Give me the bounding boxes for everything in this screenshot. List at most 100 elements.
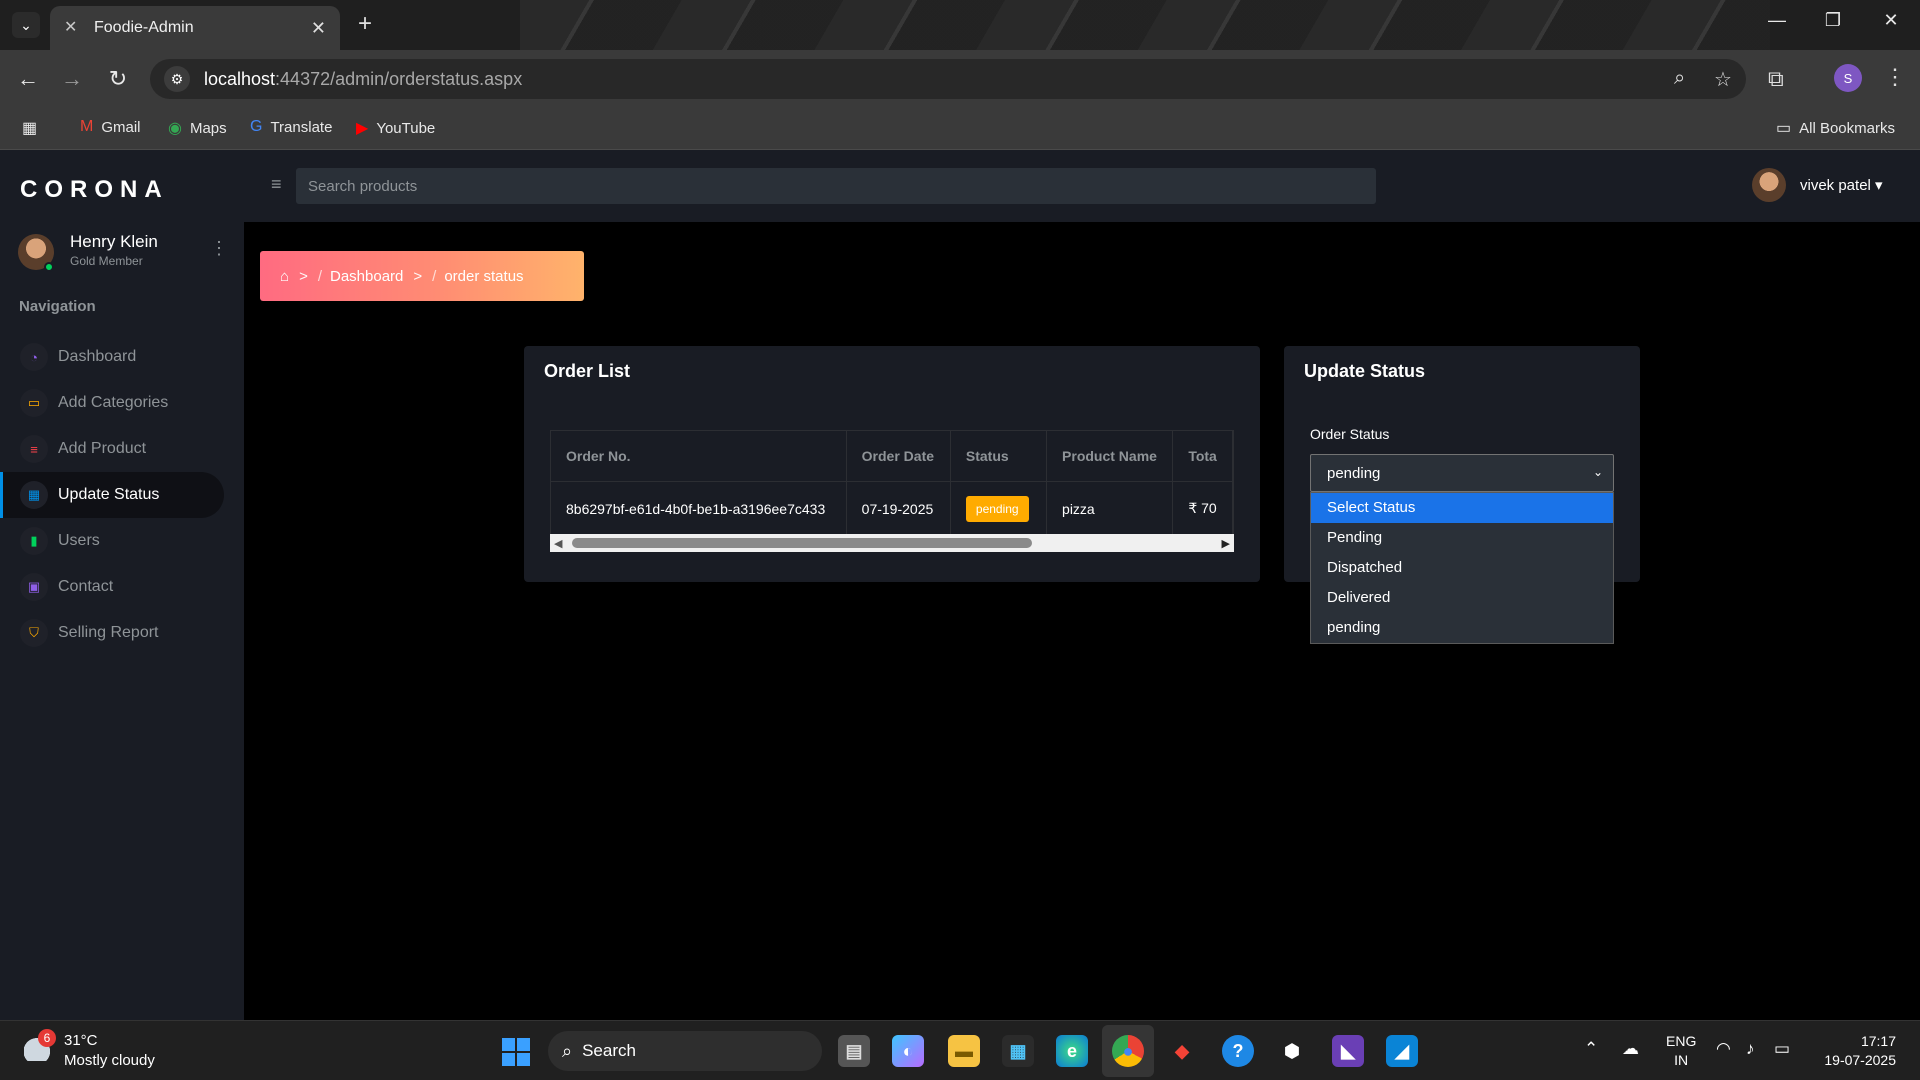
brand-logo[interactable]: CORONA — [20, 176, 169, 204]
url-text[interactable]: localhost:44372/admin/orderstatus.aspx — [204, 69, 522, 90]
sidebar-item-selling-report[interactable]: ⛉ Selling Report — [0, 610, 224, 656]
maps-pin-icon: ◉ — [168, 120, 182, 137]
bookmark-youtube[interactable]: ▶ YouTube — [356, 118, 435, 138]
task-view-icon[interactable]: ▤ — [838, 1035, 870, 1067]
profile-avatar[interactable]: S — [1834, 64, 1862, 92]
chevron-right-icon: > — [413, 267, 423, 285]
forward-arrow-icon[interactable]: → — [58, 66, 86, 92]
bookmark-star-icon[interactable]: ☆ — [1714, 67, 1732, 92]
browser-tab[interactable]: ✕ Foodie-Admin ✕ — [50, 6, 340, 50]
order-table: Order No. Order Date Status Product Name… — [551, 431, 1233, 536]
order-table-container: Order No. Order Date Status Product Name… — [550, 430, 1234, 542]
column-header: Order Date — [846, 431, 951, 482]
chevron-down-icon: ⌄ — [1592, 465, 1603, 479]
column-header: Tota — [1172, 431, 1233, 482]
option-delivered[interactable]: Delivered — [1311, 583, 1613, 613]
table-horizontal-scrollbar[interactable]: ◀ ▶ — [550, 534, 1234, 552]
system-clock[interactable]: 17:17 19-07-2025 — [1818, 1032, 1896, 1070]
chrome-icon[interactable]: ● — [1112, 1035, 1144, 1067]
bookmark-translate[interactable]: G Translate — [250, 118, 332, 136]
anydesk-icon[interactable]: ◆ — [1166, 1035, 1198, 1067]
option-pending[interactable]: Pending — [1311, 523, 1613, 553]
wifi-icon[interactable]: ◠ — [1716, 1039, 1731, 1059]
sidebar-item-label: Contact — [58, 578, 114, 595]
file-explorer-icon[interactable]: ▬ — [948, 1035, 980, 1067]
volume-icon[interactable]: ♪ — [1746, 1039, 1755, 1059]
menu-toggle-icon[interactable]: ≡ — [271, 174, 282, 195]
taskbar-search[interactable]: ⌕ Search — [548, 1031, 822, 1071]
nav-section-title: Navigation — [19, 298, 96, 315]
gmail-icon: M — [80, 118, 94, 135]
cube-app-icon[interactable]: ⬢ — [1276, 1035, 1308, 1067]
onedrive-icon[interactable]: ☁ — [1622, 1039, 1639, 1059]
tab-favicon-icon: ✕ — [64, 19, 78, 36]
windows-start-icon[interactable] — [502, 1038, 530, 1066]
bookmark-maps[interactable]: ◉ Maps — [168, 118, 227, 138]
search-field — [296, 168, 1376, 204]
user-name: Henry Klein — [70, 232, 158, 251]
home-icon[interactable]: ⌂ — [280, 268, 289, 285]
battery-icon[interactable]: ▭ — [1774, 1039, 1790, 1059]
address-bar[interactable]: ⚙ localhost:44372/admin/orderstatus.aspx… — [150, 59, 1746, 99]
scroll-right-icon[interactable]: ▶ — [1222, 537, 1230, 550]
sidebar-item-update-status[interactable]: ▦ Update Status — [0, 472, 224, 518]
order-no-cell: 8b6297bf-e61d-4b0f-be1b-a3196ee7c433 — [551, 481, 847, 536]
tab-title: Foodie-Admin — [94, 19, 194, 36]
youtube-icon: ▶ — [356, 120, 369, 137]
option-select-status[interactable]: Select Status — [1311, 493, 1613, 523]
sidebar-item-users[interactable]: ▮ Users — [0, 518, 224, 564]
microsoft-store-icon[interactable]: ▦ — [1002, 1035, 1034, 1067]
scrollbar-thumb[interactable] — [572, 538, 1032, 548]
card-title: Update Status — [1304, 361, 1426, 381]
order-date-cell: 07-19-2025 — [846, 481, 951, 536]
window-close-icon[interactable]: ✕ — [1876, 10, 1906, 31]
order-status-select[interactable]: pending ⌄ — [1310, 454, 1614, 492]
search-input[interactable] — [296, 168, 1376, 204]
chevron-right-icon: > — [299, 267, 308, 285]
order-status-label: Order Status — [1310, 426, 1390, 442]
sidebar-item-dashboard[interactable]: ◔ Dashboard — [0, 334, 224, 380]
visual-studio-icon[interactable]: ◣ — [1332, 1035, 1364, 1067]
back-arrow-icon[interactable]: ← — [14, 66, 42, 92]
vscode-icon[interactable]: ◢ — [1386, 1035, 1418, 1067]
zoom-icon[interactable]: ⌕ — [1674, 67, 1685, 90]
bookmark-gmail[interactable]: M Gmail — [80, 118, 141, 136]
sidebar-item-contact[interactable]: ▣ Contact — [0, 564, 224, 610]
user-options-icon[interactable]: ⋮ — [210, 238, 228, 259]
profile-dropdown[interactable]: vivek patel ▾ — [1800, 176, 1883, 194]
security-icon: ⛉ — [20, 619, 48, 647]
table-icon: ▦ — [20, 481, 48, 509]
breadcrumb-dashboard[interactable]: Dashboard — [330, 268, 403, 285]
user-role: Gold Member — [70, 254, 143, 268]
tab-close-icon[interactable]: ✕ — [311, 18, 326, 39]
edge-icon[interactable]: e — [1056, 1035, 1088, 1067]
reload-icon[interactable]: ↻ — [104, 66, 132, 92]
weather-condition[interactable]: Mostly cloudy — [64, 1052, 155, 1069]
minimize-icon[interactable]: — — [1762, 10, 1792, 31]
copilot-icon[interactable]: ◐ — [892, 1035, 924, 1067]
laptop-icon: ▭ — [20, 389, 48, 417]
table-row: 8b6297bf-e61d-4b0f-be1b-a3196ee7c433 07-… — [551, 481, 1233, 536]
column-header: Product Name — [1046, 431, 1174, 482]
playlist-icon: ≡ — [20, 435, 48, 463]
tray-overflow-chevron-icon[interactable]: ⌃ — [1584, 1039, 1598, 1059]
restore-icon[interactable]: ❐ — [1818, 10, 1848, 31]
apps-grid-icon[interactable]: ▦ — [22, 118, 45, 138]
option-dispatched[interactable]: Dispatched — [1311, 553, 1613, 583]
scroll-left-icon[interactable]: ◀ — [554, 537, 562, 550]
navbar-avatar[interactable] — [1752, 168, 1786, 202]
sidebar-item-add-categories[interactable]: ▭ Add Categories — [0, 380, 224, 426]
sidebar-item-add-product[interactable]: ≡ Add Product — [0, 426, 224, 472]
new-tab-button[interactable]: + — [352, 12, 378, 38]
language-indicator[interactable]: ENG IN — [1666, 1032, 1696, 1070]
weather-temperature[interactable]: 31°C — [64, 1032, 98, 1049]
extensions-icon[interactable]: ⧉ — [1768, 66, 1784, 92]
help-icon[interactable]: ? — [1222, 1035, 1254, 1067]
sidebar-item-label: Update Status — [58, 486, 160, 503]
sidebar-item-label: Add Categories — [58, 394, 169, 411]
all-bookmarks[interactable]: ▭ All Bookmarks — [1776, 118, 1895, 138]
site-info-icon[interactable]: ⚙ — [164, 66, 190, 92]
tab-search-button[interactable]: ⌄ — [12, 12, 40, 38]
option-pending-lower[interactable]: pending — [1311, 613, 1613, 643]
browser-menu-icon[interactable]: ⋮ — [1884, 64, 1906, 90]
